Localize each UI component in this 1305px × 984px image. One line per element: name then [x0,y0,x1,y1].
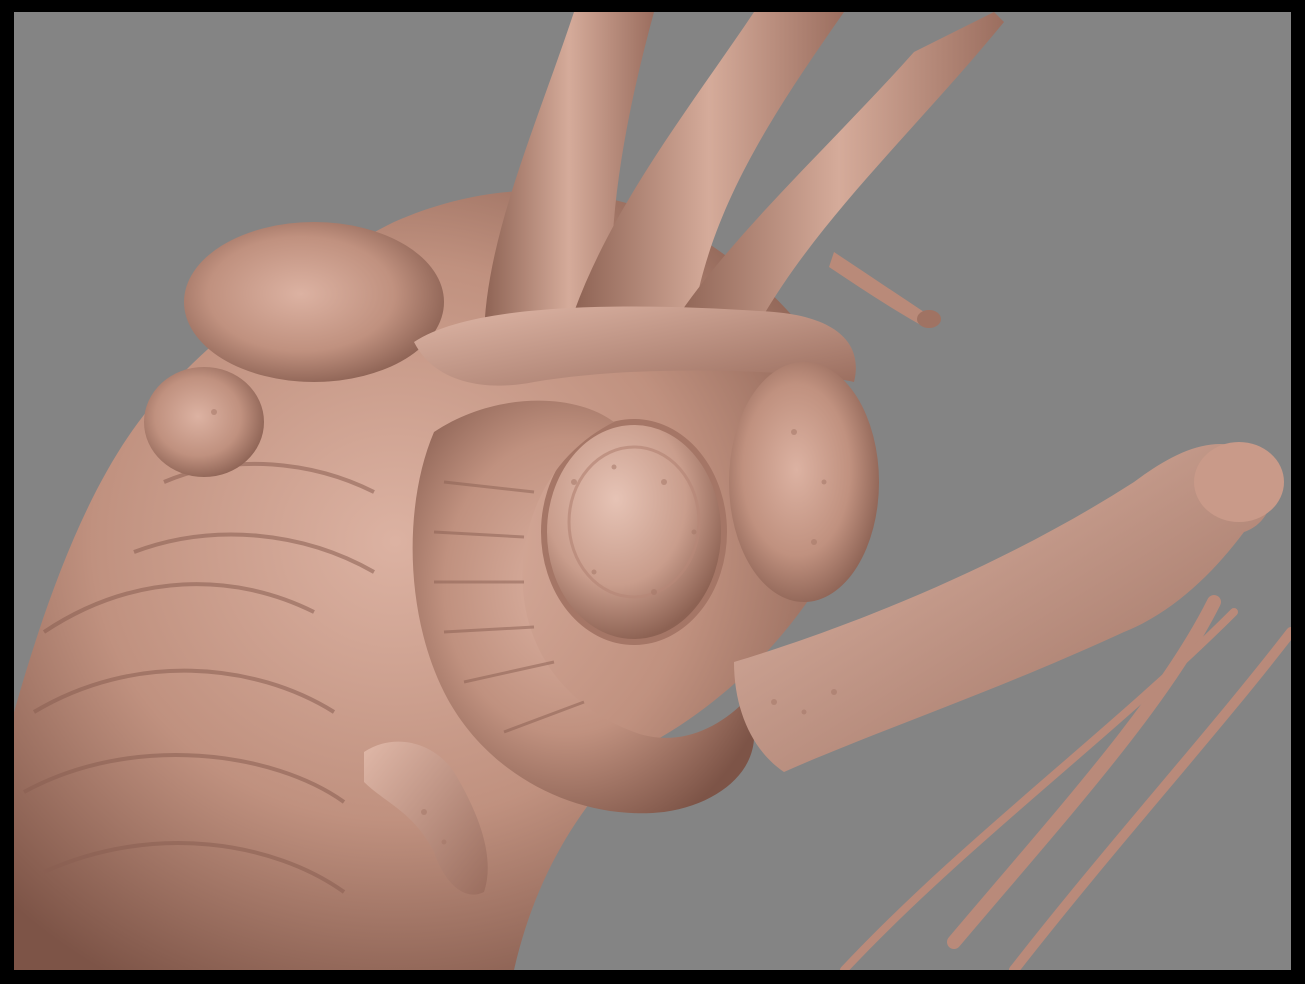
coil-roll [144,367,264,477]
antenna-tip [917,310,941,328]
coil-roll [184,222,444,382]
creature-sculpt-render [14,12,1291,970]
antenna-stalk [829,252,924,324]
image-frame [0,0,1305,984]
side-lobe [729,362,879,602]
render-viewport [14,12,1291,970]
arm-hand [1194,442,1284,522]
